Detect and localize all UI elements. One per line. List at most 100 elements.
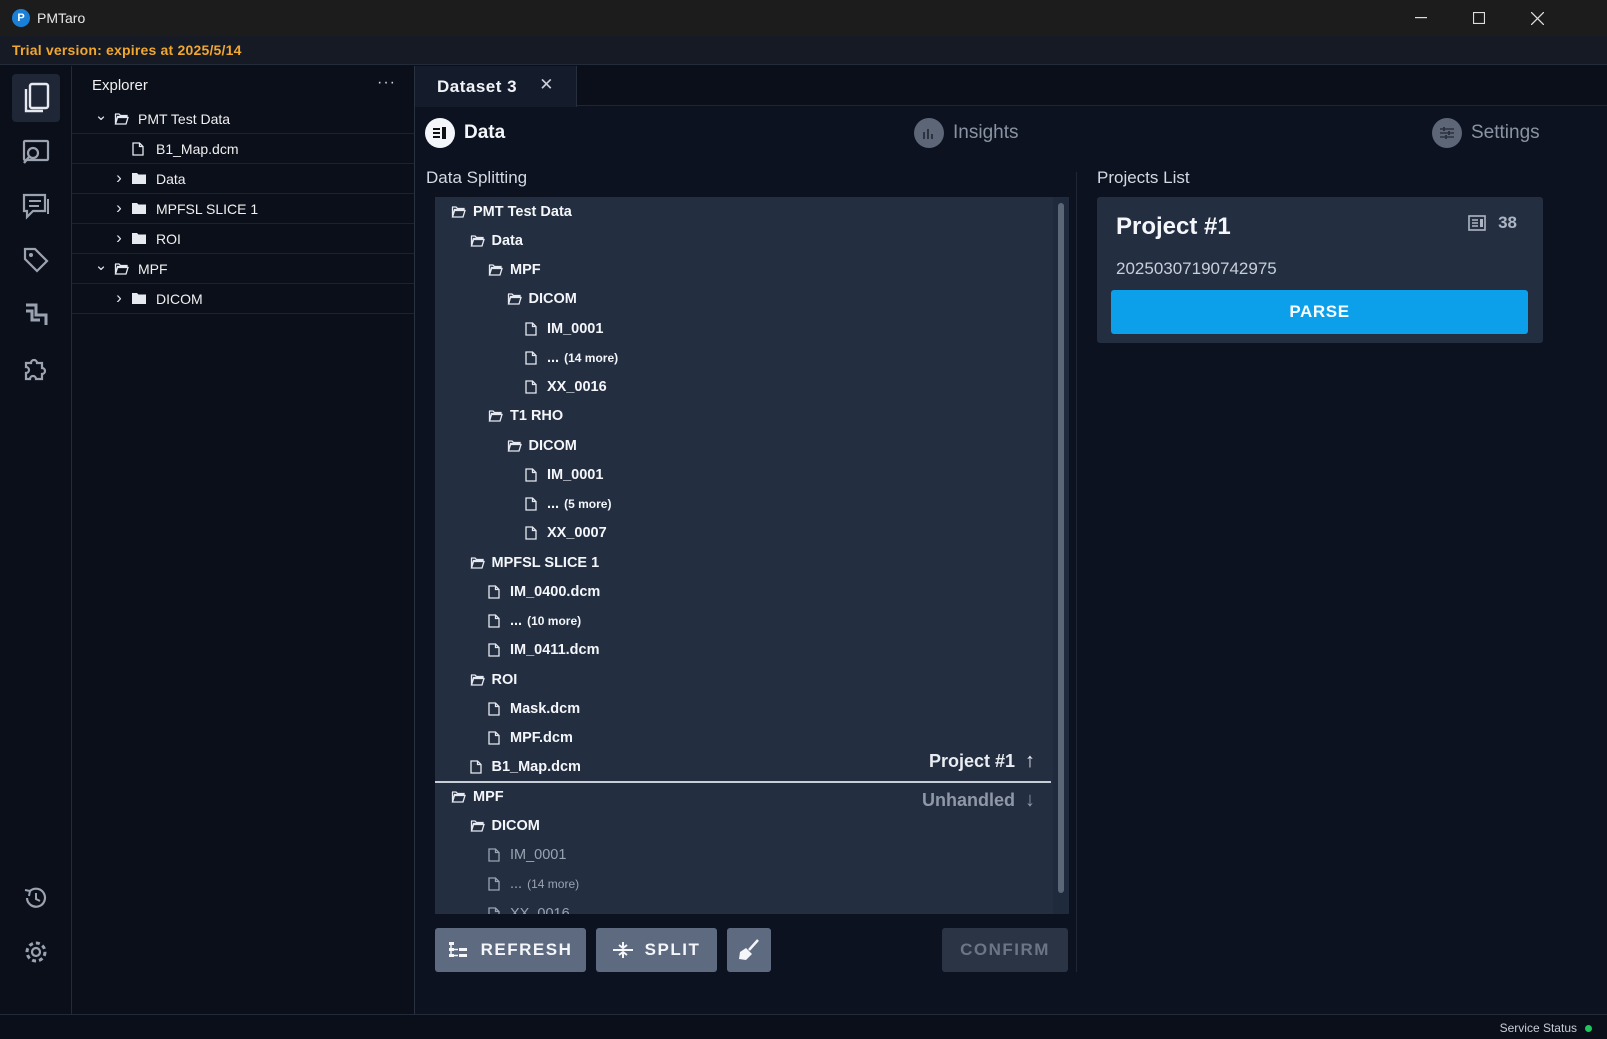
explorer-tree-item[interactable]: › MPFSL SLICE 1: [72, 194, 414, 224]
folder-icon: [132, 173, 148, 184]
file-icon: [469, 760, 486, 774]
split-tree-item[interactable]: B1_Map.dcm: [469, 753, 581, 782]
tab-label: Dataset 3: [437, 76, 518, 96]
split-item-label: MPF: [510, 262, 541, 278]
split-tree-item[interactable]: MPF.dcm: [488, 724, 573, 753]
split-tree-item[interactable]: DICOM: [470, 811, 540, 840]
project-count: 38: [1468, 213, 1517, 233]
chevron-right-icon[interactable]: ›: [112, 228, 126, 248]
chevron-down-icon[interactable]: ⌄: [94, 106, 108, 124]
explorer-item-label: MPF: [138, 260, 168, 277]
activity-comments[interactable]: [12, 182, 60, 230]
split-tree-item[interactable]: Mask.dcm: [488, 694, 580, 723]
extensions-icon: [24, 358, 47, 381]
step-data[interactable]: Data: [425, 118, 505, 148]
split-tree-item[interactable]: PMT Test Data: [451, 197, 572, 226]
split-item-label: MPF.dcm: [510, 730, 573, 746]
split-tree-item[interactable]: T1 RHO: [488, 402, 563, 431]
app-title: PMTaro: [37, 10, 86, 26]
split-tree-item[interactable]: MPF: [488, 256, 541, 285]
split-item-label: IM_0411.dcm: [510, 642, 600, 659]
tab-close-icon[interactable]: ✕: [539, 75, 554, 95]
step-settings[interactable]: Settings: [1432, 118, 1540, 148]
arrow-down-icon: ↓: [1025, 789, 1035, 811]
refresh-button[interactable]: REFRESH: [435, 928, 586, 972]
unhandled-marker: Unhandled ↓: [922, 789, 1035, 812]
activity-workflow[interactable]: [12, 290, 60, 338]
split-tree-item[interactable]: ... (10 more): [488, 607, 581, 636]
confirm-button[interactable]: CONFIRM: [942, 928, 1068, 972]
split-tree-item[interactable]: DICOM: [507, 431, 577, 460]
title-bar: P PMTaro: [0, 0, 1607, 36]
refresh-label: REFRESH: [480, 940, 573, 959]
split-item-label: XX_0016: [510, 905, 570, 915]
more-options-icon[interactable]: ···: [377, 74, 396, 92]
explorer-tree-item[interactable]: ⌄ MPF: [72, 254, 414, 284]
activity-tags[interactable]: [12, 236, 60, 284]
explorer-panel: Explorer ··· ⌄ PMT Test Data B1_Map.dcm › Da…: [72, 66, 415, 1014]
tab-dataset-3[interactable]: Dataset 3 ✕: [415, 66, 577, 107]
split-tree-item[interactable]: IM_0400.dcm: [488, 577, 600, 606]
project-card: Project #1 38 20250307190742975 PARSE: [1097, 197, 1543, 343]
split-item-label: Mask.dcm: [510, 700, 581, 717]
split-tree-item[interactable]: IM_0001: [525, 460, 603, 489]
chevron-right-icon[interactable]: ›: [112, 288, 126, 308]
folder-open-icon: [470, 556, 486, 569]
split-tree-item[interactable]: XX_0016: [488, 899, 570, 914]
split-item-label: DICOM: [491, 817, 540, 834]
split-tree-item[interactable]: XX_0007: [525, 519, 607, 548]
step-data-label: Data: [464, 122, 506, 143]
explorer-tree-item[interactable]: › DICOM: [72, 284, 414, 314]
data-splitting-panel[interactable]: PMT Test Data Data MPF DICOM IM_0001... (14 m…: [435, 197, 1069, 914]
split-item-label: IM_0001: [547, 320, 604, 337]
service-status-indicator: [1585, 1025, 1592, 1032]
file-count-icon: [1468, 215, 1486, 231]
split-button[interactable]: SPLIT: [596, 928, 717, 972]
explorer-tree-item[interactable]: › Data: [72, 164, 414, 194]
split-tree-item[interactable]: DICOM: [507, 285, 577, 314]
more-count-note: (14 more): [527, 877, 580, 892]
more-count-note: (10 more): [527, 614, 582, 628]
explorer-tree-item[interactable]: B1_Map.dcm: [72, 134, 414, 164]
parse-button[interactable]: PARSE: [1111, 290, 1528, 334]
chevron-down-icon[interactable]: ⌄: [94, 256, 108, 274]
maximize-button[interactable]: [1450, 0, 1508, 36]
service-status-label: Service Status: [1499, 1021, 1577, 1035]
activity-history[interactable]: [12, 874, 60, 922]
split-tree-item[interactable]: ROI: [470, 665, 517, 694]
broom-icon: [739, 939, 759, 960]
step-insights[interactable]: Insights: [914, 118, 1018, 148]
activity-image-search[interactable]: [12, 128, 60, 176]
activity-extensions[interactable]: [12, 344, 60, 392]
split-tree-item[interactable]: Data: [470, 226, 523, 255]
split-tree-item[interactable]: ... (5 more): [525, 490, 611, 519]
file-icon: [488, 877, 504, 891]
split-item-label: IM_0001: [510, 847, 567, 863]
split-tree-item[interactable]: ... (14 more): [488, 870, 579, 899]
activity-files[interactable]: [12, 74, 60, 122]
step-settings-label: Settings: [1471, 122, 1540, 143]
split-tree-item[interactable]: MPFSL SLICE 1: [470, 548, 599, 577]
split-tree-item[interactable]: IM_0001: [525, 314, 603, 343]
chevron-right-icon[interactable]: ›: [112, 168, 126, 188]
split-tree-item[interactable]: XX_0016: [525, 373, 607, 402]
minimize-icon: [1415, 17, 1427, 19]
close-window-button[interactable]: [1508, 0, 1566, 36]
clear-button[interactable]: [727, 928, 771, 972]
explorer-tree-item[interactable]: ⌄ PMT Test Data: [72, 104, 414, 134]
scrollbar-track[interactable]: [1053, 197, 1069, 914]
split-tree-item[interactable]: IM_0001: [488, 841, 566, 870]
activity-settings[interactable]: [12, 928, 60, 976]
chevron-right-icon[interactable]: ›: [112, 198, 126, 218]
scrollbar-thumb[interactable]: [1058, 203, 1064, 893]
file-icon: [525, 497, 541, 511]
split-divider[interactable]: [435, 781, 1051, 783]
stepper: Data Insights Settings: [415, 118, 1607, 156]
explorer-item-label: B1_Map.dcm: [156, 140, 239, 157]
minimize-button[interactable]: [1392, 0, 1450, 36]
split-tree-item[interactable]: IM_0411.dcm: [488, 636, 599, 665]
split-tree-item[interactable]: MPF: [451, 782, 504, 811]
explorer-tree-item[interactable]: › ROI: [72, 224, 414, 254]
split-tree-item[interactable]: ... (14 more): [525, 343, 618, 372]
split-item-label: T1 RHO: [510, 408, 564, 425]
